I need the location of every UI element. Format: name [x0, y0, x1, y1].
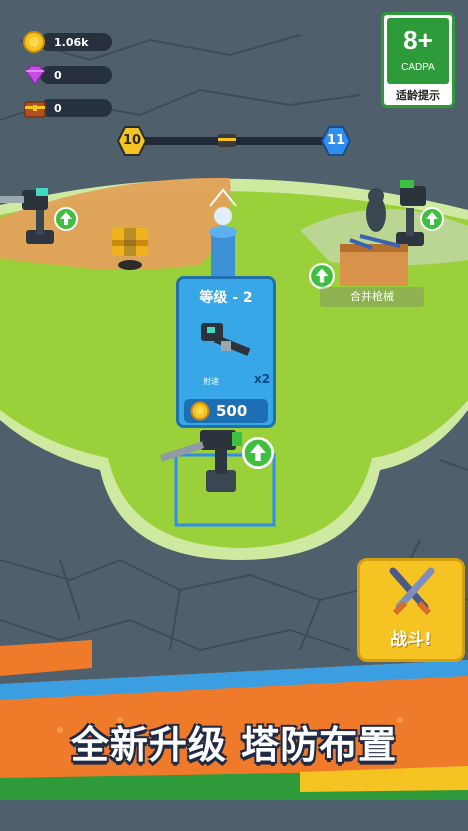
fight-button[interactable]: 战斗! — [357, 558, 465, 662]
chest-count: 0 — [54, 101, 62, 115]
coin-icon — [23, 31, 45, 53]
upgrade-price-button[interactable]: 500 — [184, 399, 268, 423]
upgrade-left-turret-icon[interactable] — [54, 207, 78, 231]
fight-button-label: 战斗! — [390, 630, 432, 650]
coin-icon — [190, 401, 210, 421]
upgrade-merge-station-icon[interactable] — [309, 263, 335, 289]
gem-counter: 0 — [22, 63, 112, 87]
current-level-badge: 10 — [116, 126, 148, 156]
card-level-title: 等级 - 2 — [199, 290, 253, 306]
next-level: 11 — [326, 133, 346, 148]
upgrade-right-turret-icon[interactable] — [420, 207, 444, 231]
turret-weapon-icon — [201, 323, 251, 356]
coin-count: 1.06k — [54, 35, 89, 49]
next-level-badge: 11 — [320, 126, 352, 156]
age-rating-note: 适龄提示 — [396, 89, 440, 102]
upgrade-price: 500 — [216, 402, 248, 420]
current-level: 10 — [122, 133, 142, 148]
gem-icon — [25, 65, 45, 86]
promo-banner-title: 全新升级 塔防布置 — [70, 723, 398, 767]
level-progress: 10 11 — [116, 126, 352, 156]
merge-station-label: 合并枪械 — [320, 287, 424, 307]
upgrade-slot-turret-icon[interactable] — [242, 437, 274, 469]
gem-count: 0 — [54, 68, 62, 82]
card-stat-multiplier: x2 — [254, 372, 271, 386]
age-rating-org: CADPA — [401, 62, 435, 73]
age-rating: 8+ — [403, 25, 433, 55]
chest-marker-icon — [218, 134, 236, 147]
chest-icon — [24, 101, 46, 118]
coin-counter: 1.06k — [22, 30, 112, 54]
age-rating-badge: 8+ CADPA 适龄提示 — [381, 12, 455, 108]
crossed-swords-icon — [389, 567, 435, 616]
card-stat-label: 射速 — [203, 377, 219, 386]
chest-counter: 0 — [22, 96, 112, 120]
turret-upgrade-card[interactable]: 等级 - 2 射速 x2 500 — [176, 276, 276, 428]
